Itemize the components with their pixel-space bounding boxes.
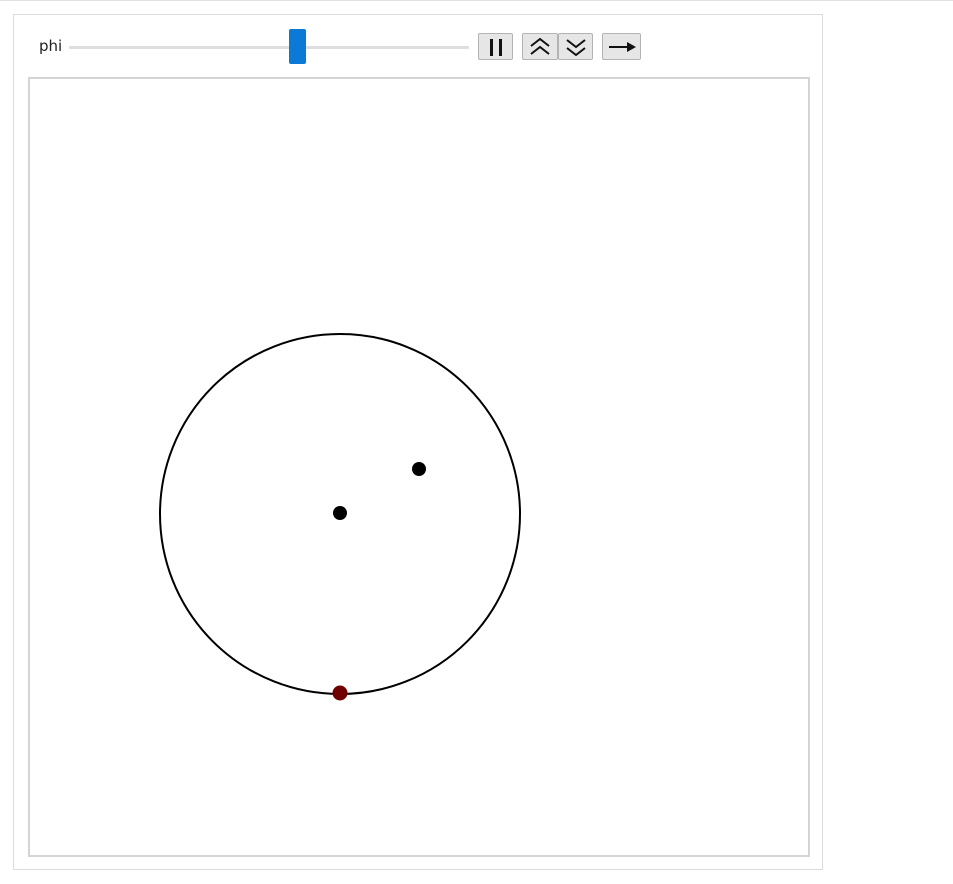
slower-button[interactable] [558,33,593,60]
double-chevron-down-icon [565,38,586,56]
slider-label: phi [39,37,63,55]
phi-slider[interactable] [69,46,469,49]
manipulate-panel: phi [13,14,823,870]
control-bar: phi [14,15,822,77]
plot-svg [159,333,521,701]
double-chevron-up-icon [530,37,550,55]
fixed-point [412,462,426,476]
pause-button[interactable] [478,33,513,60]
pause-icon [489,38,502,56]
plot-canvas [28,77,810,857]
phi-slider-thumb[interactable] [288,29,306,64]
center-point [333,506,347,520]
direction-button[interactable] [602,33,641,60]
arrow-right-icon [608,41,636,52]
top-divider [0,0,953,1]
moving-point [332,685,348,701]
faster-button[interactable] [522,33,558,60]
